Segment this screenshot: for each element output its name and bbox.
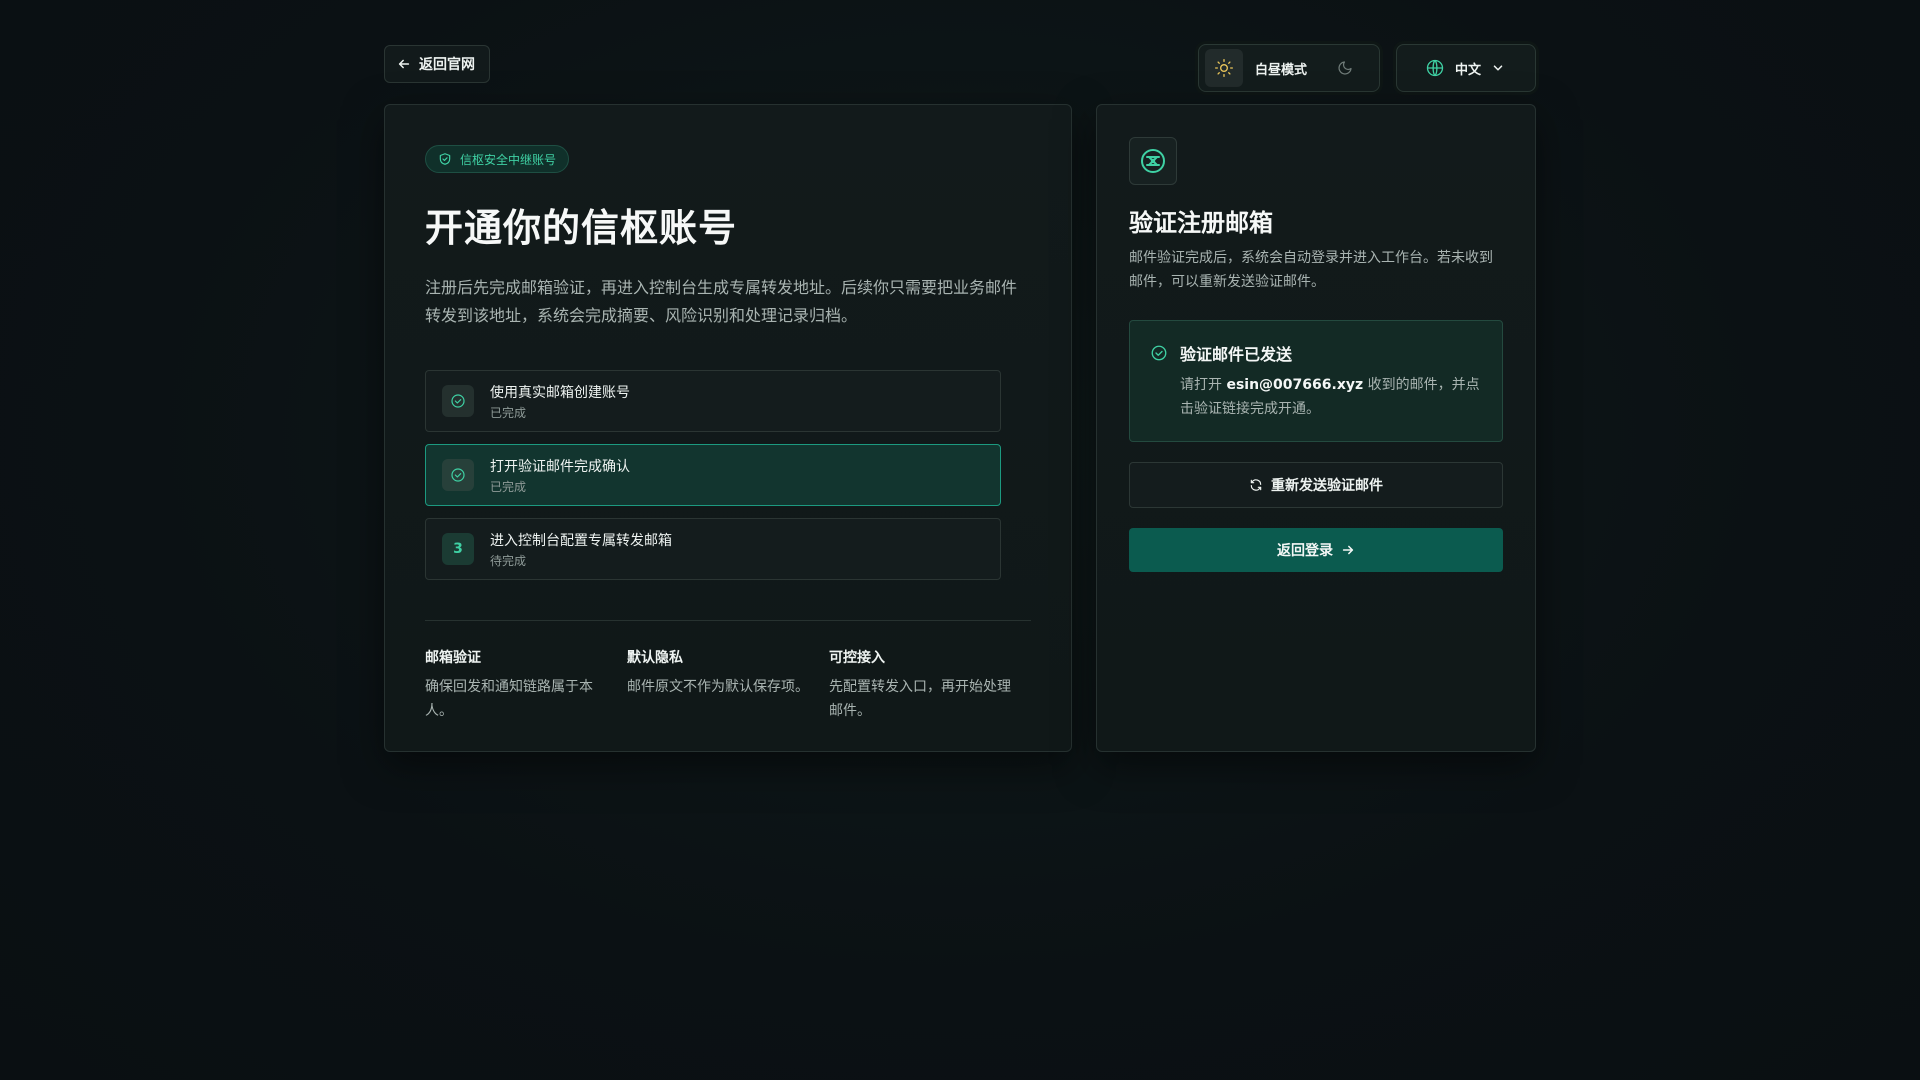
top-bar: 返回官网 白昼模式 中文 — [384, 44, 1536, 92]
moon-icon[interactable] — [1337, 59, 1355, 77]
feature-controlled-access: 可控接入 先配置转发入口，再开始处理邮件。 — [829, 647, 1031, 723]
back-to-site-label: 返回官网 — [419, 57, 475, 73]
feature-description: 确保回发和通知链路属于本人。 — [425, 679, 593, 719]
feature-email-verification: 邮箱验证 确保回发和通知链路属于本人。 — [425, 647, 627, 723]
feature-description: 邮件原文不作为默认保存项。 — [627, 679, 809, 695]
check-circle-icon — [442, 385, 474, 417]
theme-toggle[interactable]: 白昼模式 — [1198, 44, 1380, 92]
verify-description: 邮件验证完成后，系统会自动登录并进入工作台。若未收到邮件，可以重新发送验证邮件。 — [1129, 250, 1493, 290]
shield-check-icon — [439, 153, 451, 165]
page-description: 注册后先完成邮箱验证，再进入控制台生成专属转发地址。后续你只需要把业务邮件转发到… — [425, 278, 1018, 325]
check-circle-icon — [1151, 345, 1167, 361]
verify-title: 验证注册邮箱 — [1129, 209, 1273, 237]
feature-title: 默认隐私 — [627, 650, 683, 666]
theme-label: 白昼模式 — [1255, 62, 1308, 78]
language-label: 中文 — [1455, 62, 1482, 78]
step-status: 已完成 — [490, 405, 527, 420]
logo-icon — [1141, 149, 1165, 173]
onboarding-card: 信枢安全中继账号 开通你的信枢账号 注册后先完成邮箱验证，再进入控制台生成专属转… — [384, 104, 1072, 752]
step-configure-forwarding: 3 进入控制台配置专属转发邮箱 待完成 — [425, 518, 1001, 580]
step-title: 进入控制台配置专属转发邮箱 — [490, 532, 672, 549]
step-create-account: 使用真实邮箱创建账号 已完成 — [425, 370, 1001, 432]
features-row: 邮箱验证 确保回发和通知链路属于本人。 默认隐私 邮件原文不作为默认保存项。 可… — [425, 647, 1031, 723]
globe-icon — [1426, 59, 1444, 77]
steps-list: 使用真实邮箱创建账号 已完成 打开验证邮件完成确认 已完成 3 进入控制台配置专… — [425, 370, 1001, 580]
divider — [425, 620, 1031, 621]
back-to-site-button[interactable]: 返回官网 — [384, 45, 490, 83]
notice-title: 验证邮件已发送 — [1180, 345, 1293, 364]
arrow-right-icon — [1342, 545, 1354, 555]
step-status: 待完成 — [490, 553, 527, 568]
feature-description: 先配置转发入口，再开始处理邮件。 — [829, 679, 1011, 719]
page-title: 开通你的信枢账号 — [425, 206, 738, 250]
resend-email-button[interactable]: 重新发送验证邮件 — [1129, 462, 1503, 508]
language-select[interactable]: 中文 — [1396, 44, 1536, 92]
chevron-down-icon — [1493, 65, 1503, 71]
feature-title: 邮箱验证 — [425, 650, 481, 666]
step-title: 使用真实邮箱创建账号 — [490, 384, 630, 401]
product-badge: 信枢安全中继账号 — [425, 145, 570, 173]
back-to-login-button[interactable]: 返回登录 — [1129, 528, 1503, 572]
step-number: 3 — [442, 533, 474, 565]
refresh-icon — [1250, 479, 1262, 491]
page-container: 返回官网 白昼模式 中文 信枢安全中继账号 开通你的信枢账号 注册后先完成邮箱验… — [384, 44, 1536, 752]
arrow-left-icon — [398, 59, 410, 69]
badge-label: 信枢安全中继账号 — [460, 152, 557, 167]
sun-icon[interactable] — [1205, 49, 1243, 87]
notice-prefix: 请打开 — [1180, 377, 1222, 393]
verify-email-card: 验证注册邮箱 邮件验证完成后，系统会自动登录并进入工作台。若未收到邮件，可以重新… — [1096, 104, 1536, 752]
notice-body: 请打开 esin@007666.xyz 收到的邮件，并点击验证链接完成开通。 — [1180, 373, 1480, 421]
step-status: 已完成 — [490, 479, 527, 494]
step-title: 打开验证邮件完成确认 — [490, 458, 630, 475]
notice-email: esin@007666.xyz — [1226, 377, 1364, 393]
feature-default-privacy: 默认隐私 邮件原文不作为默认保存项。 — [627, 647, 829, 723]
resend-label: 重新发送验证邮件 — [1271, 478, 1383, 494]
feature-title: 可控接入 — [829, 650, 885, 666]
step-confirm-email: 打开验证邮件完成确认 已完成 — [425, 444, 1001, 506]
check-circle-icon — [442, 459, 474, 491]
email-sent-notice: 验证邮件已发送 请打开 esin@007666.xyz 收到的邮件，并点击验证链… — [1129, 320, 1503, 442]
app-logo — [1129, 137, 1177, 185]
login-label: 返回登录 — [1277, 543, 1333, 559]
